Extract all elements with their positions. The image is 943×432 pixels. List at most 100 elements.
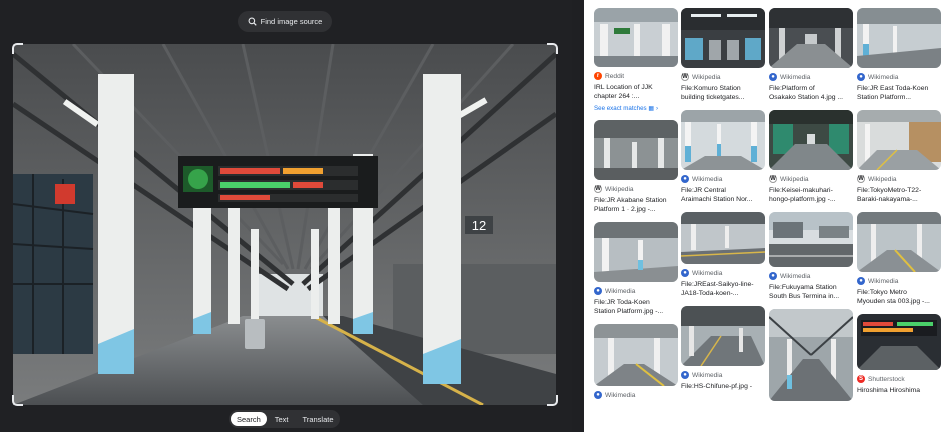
result-thumbnail[interactable]: [769, 110, 853, 170]
result-card[interactable]: ● Wikimedia File:Platform of Osakako Stat…: [769, 8, 853, 102]
result-thumbnail[interactable]: [594, 324, 678, 386]
result-thumbnail[interactable]: [769, 212, 853, 267]
result-card[interactable]: W Wikipedia File:TokyoMetro-T22- Baraki-n…: [857, 110, 941, 204]
result-source: Wikipedia: [868, 175, 897, 183]
result-source: Wikipedia: [780, 175, 809, 183]
wikimedia-icon: ●: [857, 277, 865, 285]
wikimedia-icon: ●: [769, 272, 777, 280]
result-card[interactable]: ● Wikimedia File:Tokyo Metro Myouden sta …: [857, 212, 941, 306]
result-card[interactable]: ● Wikimedia File:Fukuyama Station South B…: [769, 212, 853, 301]
result-thumbnail[interactable]: [681, 8, 765, 68]
crop-handle-bottom-right[interactable]: [547, 395, 558, 406]
find-image-source-label: Find image source: [260, 17, 323, 26]
find-image-source-button[interactable]: Find image source: [238, 11, 332, 32]
result-title[interactable]: File:JREast-Saikyo-line- JA18-Toda-koen-…: [681, 280, 765, 298]
result-title[interactable]: File:Platform of Osakako Station 4.jpg .…: [769, 84, 853, 102]
result-card[interactable]: W Wikipedia File:JR Akabane Station Platf…: [594, 120, 678, 214]
result-title[interactable]: File:JR Akabane Station Platform 1 · 2.j…: [594, 196, 678, 214]
result-card[interactable]: ● Wikimedia: [594, 324, 678, 399]
reddit-icon: r: [594, 72, 602, 80]
wikimedia-icon: ●: [681, 269, 689, 277]
results-column-1: r Reddit IRL Location of JJK chapter 264 …: [594, 8, 678, 407]
shutterstock-icon: S: [857, 375, 865, 383]
result-title[interactable]: File:JR Toda-Koen Station Platform.jpg -…: [594, 298, 678, 316]
wikipedia-icon: W: [857, 175, 865, 183]
crop-handle-bottom-left[interactable]: [12, 395, 23, 406]
wikimedia-icon: ●: [681, 371, 689, 379]
result-source: Wikipedia: [692, 73, 721, 81]
wikipedia-icon: W: [594, 185, 602, 193]
result-source: Wikimedia: [780, 272, 811, 280]
crop-handle-top-right[interactable]: [547, 43, 558, 54]
result-title[interactable]: File:Komuro Station building ticketgates…: [681, 84, 765, 102]
see-exact-matches-link[interactable]: See exact matches ▦ ›: [594, 105, 678, 112]
result-card[interactable]: W Wikipedia File:Komuro Station building …: [681, 8, 765, 102]
results-column-3: ● Wikimedia File:Platform of Osakako Stat…: [769, 8, 853, 409]
result-card[interactable]: ● Wikimedia File:JR Central Araimachi Sta…: [681, 110, 765, 204]
result-source: Wikimedia: [605, 287, 636, 295]
result-thumbnail[interactable]: [857, 110, 941, 170]
result-thumbnail[interactable]: [857, 212, 941, 272]
see-exact-matches-label: See exact matches: [594, 105, 647, 112]
result-title[interactable]: File:Fukuyama Station South Bus Termina …: [769, 283, 853, 301]
result-source: Wikimedia: [692, 371, 723, 379]
result-title[interactable]: Hiroshima Hiroshima: [857, 386, 941, 395]
mode-translate[interactable]: Translate: [297, 412, 340, 426]
result-source: Wikimedia: [692, 269, 723, 277]
result-title[interactable]: File:JR East Toda-Koen Station Platform.…: [857, 84, 941, 102]
result-source: Wikimedia: [868, 277, 899, 285]
image-stack-icon: ▦: [648, 105, 655, 112]
result-title[interactable]: File:TokyoMetro-T22- Baraki-nakayama-...: [857, 186, 941, 204]
wikimedia-icon: ●: [681, 175, 689, 183]
mode-search[interactable]: Search: [231, 412, 267, 426]
result-title[interactable]: IRL Location of JJK chapter 264 :...: [594, 83, 678, 101]
result-thumbnail[interactable]: [769, 309, 853, 401]
result-source: Shutterstock: [868, 375, 905, 383]
results-column-2: W Wikipedia File:Komuro Station building …: [681, 8, 765, 399]
visual-matches-panel: r Reddit IRL Location of JJK chapter 264 …: [584, 0, 943, 432]
result-source: Wikimedia: [868, 73, 899, 81]
selected-photo[interactable]: 12: [13, 44, 556, 405]
result-title[interactable]: File:Tokyo Metro Myouden sta 003.jpg -..…: [857, 288, 941, 306]
wikimedia-icon: ●: [594, 287, 602, 295]
result-thumbnail[interactable]: [857, 8, 941, 68]
result-card[interactable]: ● Wikimedia File:HS-Chifune-pf.jpg -: [681, 306, 765, 391]
wikipedia-icon: W: [681, 73, 689, 81]
wikimedia-icon: ●: [857, 73, 865, 81]
result-thumbnail[interactable]: [594, 120, 678, 180]
result-source: Wikipedia: [605, 185, 634, 193]
result-card[interactable]: W Wikipedia File:Keisei-makuhari- hongo-p…: [769, 110, 853, 204]
result-card[interactable]: ● Wikimedia File:JREast-Saikyo-line- JA18…: [681, 212, 765, 298]
result-thumbnail[interactable]: [594, 8, 678, 67]
result-source: Wikimedia: [692, 175, 723, 183]
result-source: Wikimedia: [605, 391, 636, 399]
results-column-4: ● Wikimedia File:JR East Toda-Koen Statio…: [857, 8, 941, 403]
result-thumbnail[interactable]: [681, 306, 765, 366]
result-title[interactable]: File:HS-Chifune-pf.jpg -: [681, 382, 765, 391]
image-viewer: Find image source 12 Search Text Transla…: [0, 0, 572, 432]
crop-handle-top-left[interactable]: [12, 43, 23, 54]
result-title[interactable]: File:Keisei-makuhari- hongo-platform.jpg…: [769, 186, 853, 204]
wikimedia-icon: ●: [594, 391, 602, 399]
result-title[interactable]: File:JR Central Araimachi Station Nor...: [681, 186, 765, 204]
result-thumbnail[interactable]: [857, 314, 941, 370]
result-source: Wikimedia: [780, 73, 811, 81]
result-source: Reddit: [605, 72, 625, 80]
result-card[interactable]: S Shutterstock Hiroshima Hiroshima: [857, 314, 941, 395]
wikipedia-icon: W: [769, 175, 777, 183]
result-thumbnail[interactable]: [681, 212, 765, 264]
station-platform-photo: 12: [13, 44, 556, 405]
wikimedia-icon: ●: [769, 73, 777, 81]
result-thumbnail[interactable]: [681, 110, 765, 170]
lens-search-icon: [248, 17, 257, 26]
mode-switcher: Search Text Translate: [229, 410, 340, 428]
result-thumbnail[interactable]: [769, 8, 853, 68]
result-thumbnail[interactable]: [594, 222, 678, 282]
result-card[interactable]: ● Wikimedia File:JR Toda-Koen Station Pla…: [594, 222, 678, 316]
chevron-right-icon: ›: [655, 105, 659, 112]
result-card[interactable]: ● Wikimedia File:JR East Toda-Koen Statio…: [857, 8, 941, 102]
result-card[interactable]: r Reddit IRL Location of JJK chapter 264 …: [594, 8, 678, 112]
mode-text[interactable]: Text: [269, 412, 295, 426]
platform-number: 12: [472, 218, 486, 233]
result-card[interactable]: [769, 309, 853, 401]
